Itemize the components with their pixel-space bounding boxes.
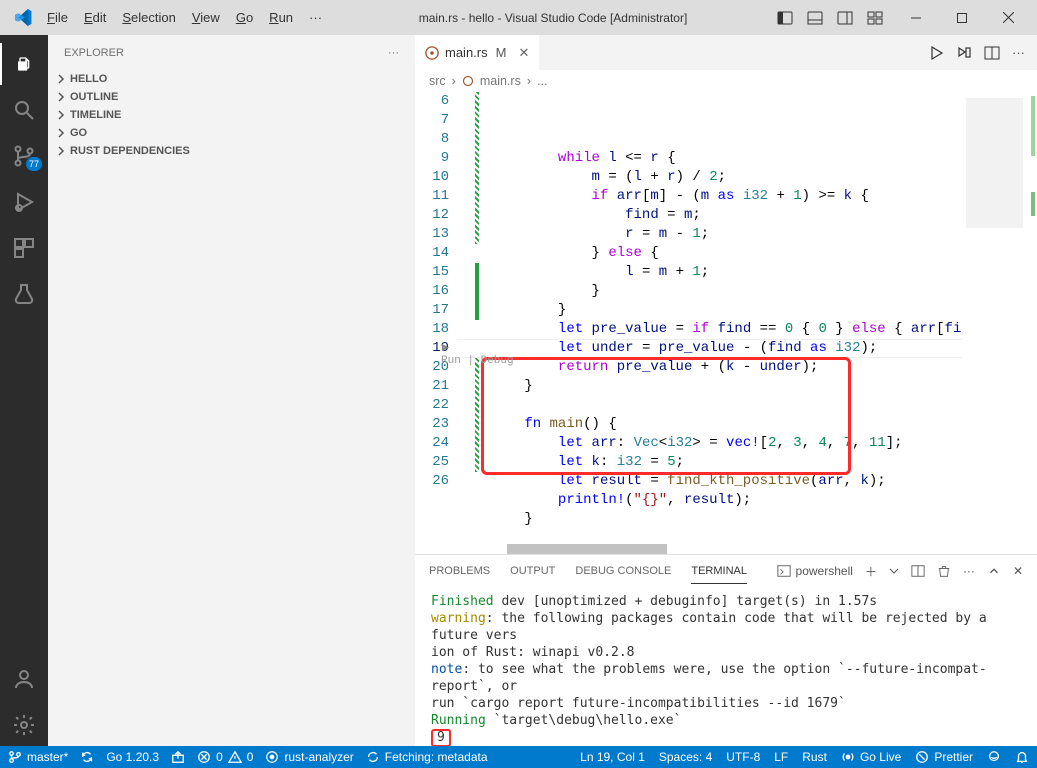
status-rust-analyzer[interactable]: rust-analyzer bbox=[265, 750, 353, 764]
explorer-more-icon[interactable]: ··· bbox=[388, 47, 399, 59]
activity-testing[interactable] bbox=[0, 273, 48, 315]
maximize-button[interactable] bbox=[939, 0, 985, 35]
scm-badge: 77 bbox=[26, 157, 42, 171]
horizontal-scrollbar[interactable] bbox=[467, 544, 957, 554]
menu-run[interactable]: Run bbox=[262, 6, 300, 29]
menu-file[interactable]: File bbox=[40, 6, 75, 29]
activity-search[interactable] bbox=[0, 89, 48, 131]
close-panel-icon[interactable]: ✕ bbox=[1013, 564, 1023, 578]
breadcrumb[interactable]: src › main.rs › ... bbox=[415, 70, 1037, 92]
status-cursor-position[interactable]: Ln 19, Col 1 bbox=[580, 750, 645, 764]
menu-more[interactable]: ··· bbox=[302, 6, 329, 29]
sidebar-section-go[interactable]: GO bbox=[48, 124, 415, 142]
chevron-right-icon bbox=[54, 145, 68, 157]
tab-modified-indicator: M bbox=[496, 45, 507, 60]
editor-area: main.rs M ✕ ··· src › main.rs › ... 6789… bbox=[415, 35, 1037, 746]
sidebar-section-hello[interactable]: HELLO bbox=[48, 70, 415, 88]
chevron-right-icon bbox=[54, 73, 68, 85]
status-indentation[interactable]: Spaces: 4 bbox=[659, 750, 712, 764]
status-bar: master* Go 1.20.3 0 0 rust-analyzer Fetc… bbox=[0, 746, 1037, 768]
panel-more-icon[interactable]: ··· bbox=[963, 564, 975, 578]
sidebar-section-timeline[interactable]: TIMELINE bbox=[48, 106, 415, 124]
tab-label: main.rs bbox=[445, 45, 488, 60]
menu-selection[interactable]: Selection bbox=[115, 6, 182, 29]
window-title: main.rs - hello - Visual Studio Code [Ad… bbox=[329, 11, 777, 25]
code-editor[interactable]: 67891011121314151617181920212223242526 w… bbox=[415, 92, 1037, 554]
tab-close-icon[interactable]: ✕ bbox=[518, 45, 529, 61]
kill-terminal-icon[interactable] bbox=[937, 564, 951, 578]
rust-file-icon bbox=[425, 46, 439, 60]
close-button[interactable] bbox=[985, 0, 1031, 35]
split-editor-icon[interactable] bbox=[984, 45, 1000, 61]
customize-layout-icon[interactable] bbox=[867, 10, 883, 26]
maximize-panel-icon[interactable] bbox=[987, 564, 1001, 578]
new-terminal-icon[interactable]: ＋ bbox=[865, 563, 877, 580]
chevron-right-icon bbox=[54, 91, 68, 103]
status-problems[interactable]: 0 0 bbox=[197, 750, 253, 764]
status-language[interactable]: Rust bbox=[802, 750, 827, 764]
panel-tab-terminal[interactable]: TERMINAL bbox=[691, 559, 747, 584]
layout-panel-bottom-icon[interactable] bbox=[807, 10, 823, 26]
breadcrumb-src[interactable]: src bbox=[429, 74, 446, 88]
status-go-live[interactable]: Go Live bbox=[841, 750, 901, 764]
sidebar-section-rust-dependencies[interactable]: RUST DEPENDENCIES bbox=[48, 142, 415, 160]
chevron-right-icon: › bbox=[527, 74, 531, 88]
status-notifications-icon[interactable] bbox=[1015, 750, 1029, 764]
status-fetching[interactable]: Fetching: metadata bbox=[366, 750, 488, 764]
bottom-panel: PROBLEMS OUTPUT DEBUG CONSOLE TERMINAL p… bbox=[415, 554, 1037, 746]
split-terminal-icon[interactable] bbox=[911, 564, 925, 578]
status-encoding[interactable]: UTF-8 bbox=[726, 750, 760, 764]
panel-tab-debug-console[interactable]: DEBUG CONSOLE bbox=[575, 559, 671, 583]
status-go-update-icon[interactable] bbox=[171, 750, 185, 764]
activity-explorer[interactable] bbox=[0, 43, 48, 85]
sidebar-section-outline[interactable]: OUTLINE bbox=[48, 88, 415, 106]
terminal-output[interactable]: Finished dev [unoptimized + debuginfo] t… bbox=[415, 587, 1037, 746]
code-content[interactable]: while l <= r { m = (l + r) / 2; if arr[m… bbox=[457, 92, 1037, 554]
run-icon[interactable] bbox=[928, 45, 944, 61]
layout-panel-left-icon[interactable] bbox=[777, 10, 793, 26]
codelens-run-debug[interactable]: Run | Debug bbox=[441, 343, 514, 371]
activity-run-debug[interactable] bbox=[0, 181, 48, 223]
status-sync[interactable] bbox=[80, 750, 94, 764]
line-numbers: 67891011121314151617181920212223242526 bbox=[415, 92, 457, 554]
status-branch[interactable]: master* bbox=[8, 750, 68, 764]
minimize-button[interactable] bbox=[893, 0, 939, 35]
explorer-title: EXPLORER bbox=[64, 47, 124, 59]
activity-settings[interactable] bbox=[0, 704, 48, 746]
terminal-shell-picker[interactable]: powershell bbox=[777, 564, 853, 578]
chevron-right-icon: › bbox=[452, 74, 456, 88]
editor-tabs: main.rs M ✕ ··· bbox=[415, 35, 1037, 70]
chevron-right-icon bbox=[54, 127, 68, 139]
editor-more-icon[interactable]: ··· bbox=[1012, 45, 1025, 60]
panel-tab-output[interactable]: OUTPUT bbox=[510, 559, 555, 583]
activity-extensions[interactable] bbox=[0, 227, 48, 269]
status-prettier[interactable]: Prettier bbox=[915, 750, 973, 764]
status-eol[interactable]: LF bbox=[774, 750, 788, 764]
status-go-version[interactable]: Go 1.20.3 bbox=[106, 750, 159, 764]
tab-main-rs[interactable]: main.rs M ✕ bbox=[415, 35, 540, 70]
status-feedback-icon[interactable] bbox=[987, 750, 1001, 764]
vscode-logo-icon bbox=[14, 9, 32, 27]
activity-source-control[interactable]: 77 bbox=[0, 135, 48, 177]
minimap[interactable] bbox=[962, 92, 1037, 554]
menu-go[interactable]: Go bbox=[229, 6, 260, 29]
explorer-sidebar: EXPLORER ··· HELLOOUTLINETIMELINEGORUST … bbox=[48, 35, 415, 746]
panel-tab-problems[interactable]: PROBLEMS bbox=[429, 559, 490, 583]
layout-panel-right-icon[interactable] bbox=[837, 10, 853, 26]
run-debug-split-icon[interactable] bbox=[956, 45, 972, 61]
menu-bar: File Edit Selection View Go Run ··· bbox=[40, 6, 329, 29]
terminal-dropdown-icon[interactable] bbox=[889, 566, 899, 576]
title-bar: File Edit Selection View Go Run ··· main… bbox=[0, 0, 1037, 35]
activity-bar: 77 bbox=[0, 35, 48, 746]
menu-view[interactable]: View bbox=[185, 6, 227, 29]
activity-accounts[interactable] bbox=[0, 658, 48, 700]
rust-file-icon bbox=[462, 75, 474, 87]
breadcrumb-more[interactable]: ... bbox=[537, 74, 547, 88]
chevron-right-icon bbox=[54, 109, 68, 121]
menu-edit[interactable]: Edit bbox=[77, 6, 113, 29]
breadcrumb-file[interactable]: main.rs bbox=[480, 74, 521, 88]
